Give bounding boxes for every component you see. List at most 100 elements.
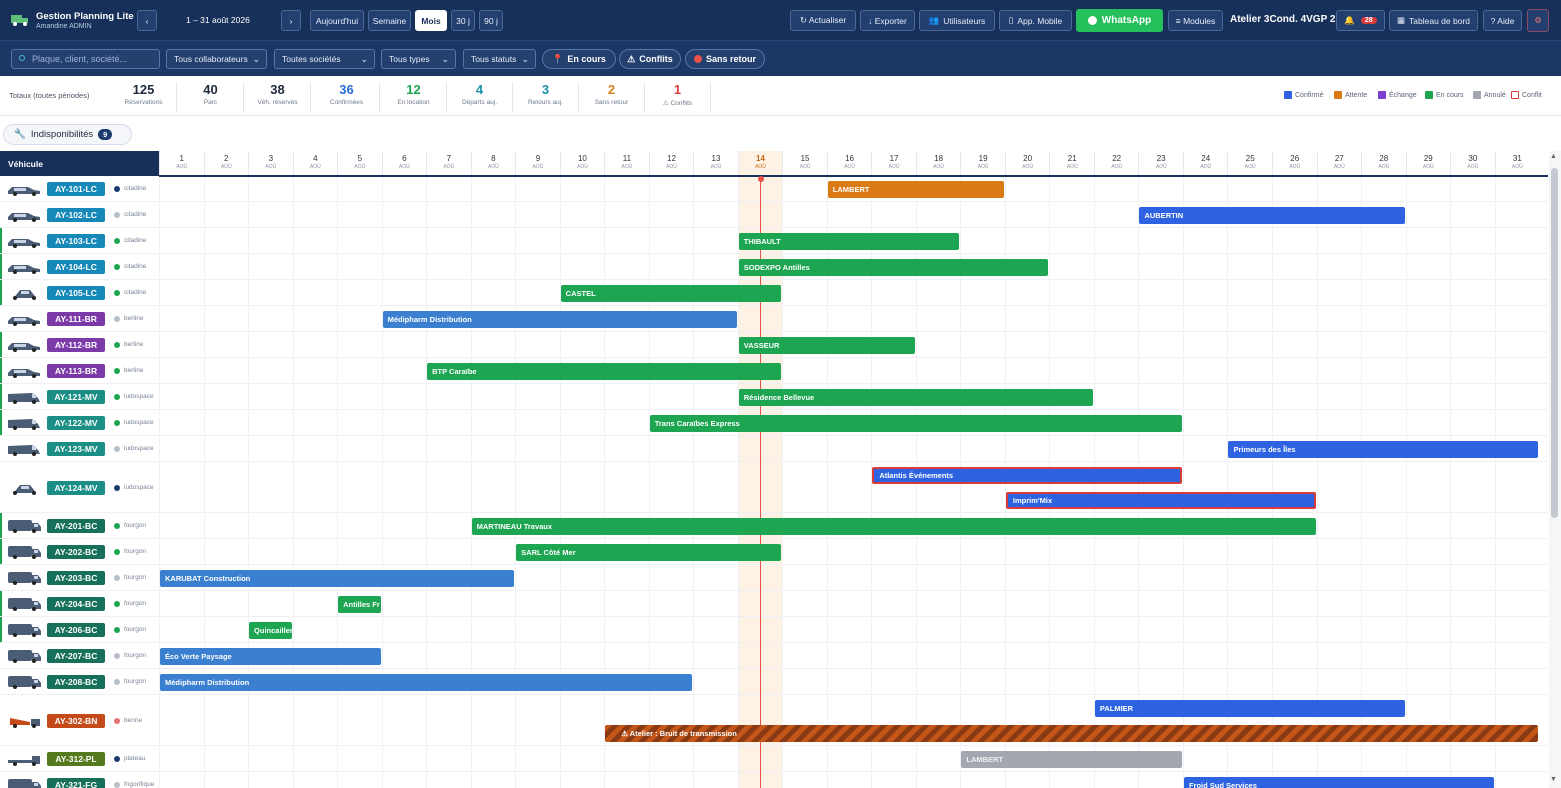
vehicle-row[interactable]: AY-202-BC fourgon — [0, 539, 159, 564]
collaborators-select[interactable]: Tous collaborateurs ⌄ — [166, 49, 267, 69]
booking-bar[interactable]: Froid Sud Services — [1183, 776, 1494, 788]
unavailabilities-button[interactable]: 🔧 Indisponibilités 9 — [3, 124, 132, 145]
scroll-up-icon[interactable]: ▲ — [1550, 153, 1557, 160]
booking-bar[interactable]: Atlantis Événements — [872, 467, 1182, 484]
refresh-button[interactable]: ↻ Actualiser — [790, 10, 856, 31]
vehicle-row[interactable]: AY-302-BN benne — [0, 695, 159, 745]
vehicle-plate[interactable]: AY-206-BC — [47, 623, 105, 637]
vehicle-row[interactable]: AY-121-MV ludospace — [0, 384, 159, 409]
whatsapp-button[interactable]: WhatsApp — [1076, 9, 1163, 32]
vehicle-row[interactable]: AY-321-FG frigorifique — [0, 772, 159, 788]
vehicle-row[interactable]: AY-103-LC citadine — [0, 228, 159, 253]
vehicle-plate[interactable]: AY-102-LC — [47, 208, 105, 222]
vehicle-row[interactable]: AY-201-BC fourgon — [0, 513, 159, 538]
vehicle-plate[interactable]: AY-201-BC — [47, 519, 105, 533]
next-period-button[interactable]: › — [281, 10, 301, 31]
booking-bar[interactable]: Résidence Bellevue — [738, 388, 1093, 406]
booking-bar[interactable]: BTP Caraïbe — [427, 362, 782, 380]
booking-bar[interactable]: MARTINEAU Travaux — [471, 517, 1316, 535]
booking-bar[interactable]: Éco Verte Paysage — [160, 647, 381, 665]
filter-en-cours-toggle[interactable]: 📍 En cours — [542, 49, 616, 69]
notifications-button[interactable]: 🔔 28 — [1336, 10, 1385, 31]
row-divider — [0, 745, 1548, 746]
prev-period-button[interactable]: ‹ — [137, 10, 157, 31]
mobile-app-button[interactable]: ▯ App. Mobile — [999, 10, 1072, 31]
booking-bar[interactable]: SODEXPO Antilles — [738, 258, 1049, 276]
booking-bar[interactable]: ⚠ Atelier : Bruit de transmission — [605, 725, 1539, 742]
vehicle-plate[interactable]: AY-204-BC — [47, 597, 105, 611]
vehicle-plate[interactable]: AY-113-BR — [47, 364, 105, 378]
vehicle-row[interactable]: AY-208-BC fourgon — [0, 669, 159, 694]
view-30d-button[interactable]: 30 j — [451, 10, 475, 31]
booking-bar[interactable]: Trans Caraïbes Express — [649, 414, 1182, 432]
booking-bar[interactable]: CASTEL — [560, 284, 782, 302]
export-button[interactable]: ↓ Exporter — [860, 10, 915, 31]
booking-bar[interactable]: LAMBERT — [827, 180, 1004, 198]
booking-bar[interactable]: Antilles Fr — [338, 595, 381, 613]
vehicle-plate[interactable]: AY-302-BN — [47, 713, 105, 728]
booking-bar[interactable]: PALMIER — [1094, 700, 1405, 717]
vehicle-plate[interactable]: AY-111-BR — [47, 312, 105, 326]
vehicle-plate[interactable]: AY-103-LC — [47, 234, 105, 248]
booking-bar[interactable]: AUBERTIN — [1139, 206, 1405, 224]
vehicle-plate[interactable]: AY-123-MV — [47, 442, 105, 456]
vehicle-row[interactable]: AY-123-MV ludospace — [0, 436, 159, 461]
vehicle-plate[interactable]: AY-104-LC — [47, 260, 105, 274]
vehicle-row[interactable]: AY-113-BR berline — [0, 358, 159, 383]
view-week-button[interactable]: Semaine — [368, 10, 411, 31]
vehicle-plate[interactable]: AY-202-BC — [47, 545, 105, 559]
statuses-select[interactable]: Tous statuts ⌄ — [463, 49, 536, 69]
vehicle-plate[interactable]: AY-124-MV — [47, 480, 105, 495]
today-button[interactable]: Aujourd'hui — [310, 10, 364, 31]
vehicle-plate[interactable]: AY-203-BC — [47, 571, 105, 585]
booking-bar[interactable]: Médipharm Distribution — [160, 673, 693, 691]
booking-bar[interactable]: Médipharm Distribution — [382, 310, 737, 328]
dashboard-button[interactable]: ▦ Tableau de bord — [1389, 10, 1478, 31]
vehicle-row[interactable]: AY-204-BC fourgon — [0, 591, 159, 616]
vehicle-plate[interactable]: AY-101-LC — [47, 182, 105, 196]
search-input[interactable]: Plaque, client, société... — [11, 49, 160, 69]
vehicle-plate[interactable]: AY-321-FG — [47, 778, 105, 788]
vehicle-plate[interactable]: AY-312-PL — [47, 752, 105, 766]
filter-conflicts-toggle[interactable]: ⚠ Conflits — [619, 49, 681, 69]
vehicle-row[interactable]: AY-122-MV ludospace — [0, 410, 159, 435]
booking-bar[interactable]: VASSEUR — [738, 336, 915, 354]
vehicle-row[interactable]: AY-102-LC citadine — [0, 202, 159, 227]
vehicle-plate[interactable]: AY-112-BR — [47, 338, 105, 352]
vehicle-row[interactable]: AY-105-LC citadine — [0, 280, 159, 305]
scroll-down-icon[interactable]: ▼ — [1550, 776, 1557, 783]
vehicle-row[interactable]: AY-112-BR berline — [0, 332, 159, 357]
vehicle-row[interactable]: AY-206-BC fourgon — [0, 617, 159, 642]
users-button[interactable]: 👥 Utilisateurs — [919, 10, 995, 31]
booking-bar[interactable]: SARL Côté Mer — [516, 543, 782, 561]
booking-bar[interactable]: KARUBAT Construction — [160, 569, 515, 587]
view-90d-button[interactable]: 90 j — [479, 10, 503, 31]
vehicle-plate[interactable]: AY-121-MV — [47, 390, 105, 404]
day-month: AOÛ — [309, 164, 321, 170]
vehicle-row[interactable]: AY-101-LC citadine — [0, 176, 159, 201]
vehicle-row[interactable]: AY-312-PL plateau — [0, 746, 159, 771]
vehicle-row[interactable]: AY-124-MV ludospace — [0, 462, 159, 512]
vehicle-row[interactable]: AY-111-BR berline — [0, 306, 159, 331]
modules-button[interactable]: ≡ Modules — [1168, 10, 1223, 31]
vehicle-row[interactable]: AY-104-LC citadine — [0, 254, 159, 279]
vehicle-plate[interactable]: AY-208-BC — [47, 675, 105, 689]
companies-select[interactable]: Toutes sociétés ⌄ — [274, 49, 375, 69]
vehicle-plate[interactable]: AY-122-MV — [47, 416, 105, 430]
settings-icon[interactable]: ⚙ — [1527, 9, 1549, 32]
view-month-button[interactable]: Mois — [415, 10, 447, 31]
vehicle-row[interactable]: AY-203-BC fourgon — [0, 565, 159, 590]
vehicle-row[interactable]: AY-207-BC fourgon — [0, 643, 159, 668]
help-button[interactable]: ? Aide — [1483, 10, 1522, 31]
vehicle-plate[interactable]: AY-105-LC — [47, 286, 105, 300]
booking-bar[interactable]: THIBAULT — [738, 232, 960, 250]
vehicle-plate[interactable]: AY-207-BC — [47, 649, 105, 663]
filter-no-return-toggle[interactable]: Sans retour — [685, 49, 765, 69]
types-select[interactable]: Tous types ⌄ — [381, 49, 456, 69]
scrollbar-thumb[interactable] — [1551, 168, 1558, 518]
booking-bar[interactable]: Imprim'Mix — [1005, 492, 1316, 509]
booking-bar[interactable]: Quincailler — [249, 621, 292, 639]
legend-swatch — [1378, 91, 1386, 99]
booking-bar[interactable]: LAMBERT — [961, 750, 1182, 768]
booking-bar[interactable]: Primeurs des Îles — [1228, 440, 1539, 458]
